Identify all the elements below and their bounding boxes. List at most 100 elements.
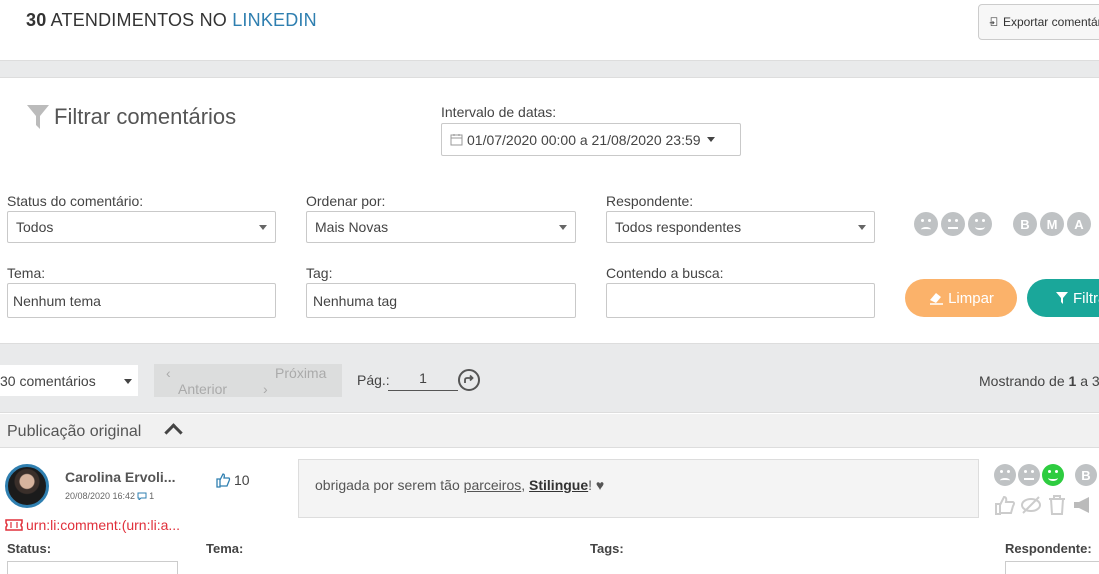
- export-comments-button[interactable]: Exportar comentários: [978, 4, 1099, 40]
- date-range-value: 01/07/2020 00:00 a 21/08/2020 23:59: [467, 131, 701, 148]
- rating-b-button[interactable]: B: [1013, 212, 1037, 236]
- go-to-page-icon[interactable]: [458, 369, 480, 391]
- date-range-picker[interactable]: 01/07/2020 00:00 a 21/08/2020 23:59: [441, 123, 741, 156]
- showing-from: 1: [1068, 373, 1077, 389]
- theme-placeholder: Nenhum tema: [13, 292, 101, 309]
- comment-timestamp: 20/08/2020 16:42 1: [65, 491, 154, 501]
- urn-text: urn:li:comment:(urn:li:a...: [26, 517, 181, 533]
- theme-input[interactable]: Nenhum tema: [7, 283, 276, 318]
- positive-face-icon[interactable]: [968, 212, 992, 236]
- eraser-icon: [930, 293, 944, 305]
- filter-heading: Filtrar comentários: [26, 104, 236, 130]
- negative-face-icon[interactable]: [994, 464, 1016, 486]
- status-select[interactable]: Todos: [7, 211, 276, 243]
- comment-brand-mention[interactable]: Stilingue: [529, 477, 588, 493]
- timestamp-text: 20/08/2020 16:42: [65, 491, 136, 501]
- filter-heading-text: Filtrar comentários: [54, 104, 237, 129]
- chevron-down-icon: [259, 225, 267, 230]
- filter-button[interactable]: Filtrar: [1027, 279, 1099, 317]
- date-range-label: Intervalo de datas:: [441, 104, 557, 120]
- calendar-icon: [450, 134, 463, 146]
- comment-status-select[interactable]: [7, 561, 178, 574]
- clear-button[interactable]: Limpar: [905, 279, 1017, 317]
- comment-text: obrigada por serem tão parceiros, Stilin…: [298, 459, 979, 518]
- comment-text-sep: ,: [521, 477, 526, 493]
- neutral-face-icon[interactable]: [1018, 464, 1040, 486]
- tag-label: Tag:: [306, 265, 333, 281]
- status-label: Status do comentário:: [7, 193, 144, 209]
- reply-icon: [137, 492, 147, 500]
- clear-label: Limpar: [948, 289, 994, 307]
- neutral-face-icon[interactable]: [941, 212, 965, 236]
- page-label: Pág.:: [357, 372, 390, 388]
- per-page-value: 30 comentários: [0, 372, 96, 389]
- order-select[interactable]: Mais Novas: [306, 211, 576, 243]
- funnel-icon: [27, 105, 49, 129]
- showing-range: Mostrando de 1 a 30: [979, 373, 1099, 389]
- negative-face-icon[interactable]: [914, 212, 938, 236]
- prev-page-button[interactable]: ‹ Anterior: [154, 365, 251, 397]
- comment-link[interactable]: parceiros: [464, 477, 522, 493]
- chevron-down-icon: [706, 137, 715, 142]
- comment-sentiment: [994, 464, 1064, 486]
- comment-likes: 10: [215, 472, 250, 488]
- next-page-button[interactable]: Próxima ›: [251, 365, 350, 397]
- thumbs-up-icon[interactable]: [994, 494, 1016, 516]
- like-count: 10: [234, 472, 250, 488]
- comment-respondent-select[interactable]: [1005, 561, 1099, 574]
- page-title: 30 ATENDIMENTOS NO LINKEDIN: [26, 10, 317, 31]
- export-label: Exportar comentários: [1002, 15, 1099, 29]
- pagination-nav: ‹ Anterior Próxima ›: [154, 364, 342, 397]
- comment-status-label: Status:: [7, 541, 52, 556]
- original-post-title: Publicação original: [7, 423, 142, 440]
- reply-count: 1: [149, 491, 155, 501]
- respondent-label: Respondente:: [606, 193, 694, 209]
- avatar: [5, 464, 49, 508]
- chevron-down-icon: [858, 225, 866, 230]
- positive-face-icon[interactable]: [1042, 464, 1064, 486]
- filter-label: Filtrar: [1073, 289, 1099, 307]
- hide-icon[interactable]: [1020, 494, 1042, 516]
- showing-prefix: Mostrando de: [979, 373, 1065, 389]
- comment-theme-label: Tema:: [206, 541, 244, 556]
- funnel-icon: [1056, 292, 1068, 304]
- thumbs-up-icon: [216, 473, 231, 488]
- comment-tags-label: Tags:: [590, 541, 624, 556]
- respondent-select[interactable]: Todos respondentes: [606, 211, 875, 243]
- comment-text-suffix: ! ♥: [588, 477, 605, 493]
- megaphone-icon[interactable]: [1072, 494, 1094, 516]
- comment-rating-b-button[interactable]: B: [1075, 464, 1097, 486]
- comment-actions: [994, 494, 1094, 516]
- ticket-icon: [5, 519, 23, 531]
- search-label: Contendo a busca:: [606, 265, 724, 281]
- comment-urn[interactable]: urn:li:comment:(urn:li:a...: [5, 517, 180, 533]
- prev-label: Anterior: [178, 380, 228, 397]
- rating-m-button[interactable]: M: [1040, 212, 1064, 236]
- title-text: ATENDIMENTOS NO: [50, 10, 227, 30]
- comment-author[interactable]: Carolina Ervoli...: [65, 469, 175, 485]
- channel-name: LINKEDIN: [232, 10, 317, 30]
- header-divider: [0, 60, 1099, 78]
- order-value: Mais Novas: [315, 219, 389, 235]
- attendance-count: 30: [26, 10, 47, 30]
- tag-placeholder: Nenhuma tag: [313, 292, 398, 309]
- showing-suffix: a 30: [1080, 373, 1099, 389]
- comment-respondent-label: Respondente:: [1005, 541, 1092, 556]
- theme-label: Tema:: [7, 265, 46, 281]
- search-input[interactable]: [606, 283, 875, 318]
- order-label: Ordenar por:: [306, 193, 386, 209]
- respondent-value: Todos respondentes: [615, 219, 742, 235]
- rating-filter: B M A: [1013, 212, 1091, 236]
- comment-text-prefix: obrigada por serem tão: [315, 477, 460, 493]
- tag-input[interactable]: Nenhuma tag: [306, 283, 576, 318]
- page-number-input[interactable]: 1: [388, 370, 458, 391]
- export-file-icon: [989, 17, 998, 26]
- trash-icon[interactable]: [1046, 494, 1068, 516]
- chevron-down-icon: [559, 225, 567, 230]
- status-value: Todos: [16, 219, 54, 235]
- next-label: Próxima: [275, 364, 327, 381]
- sentiment-filter: [914, 212, 992, 236]
- chevron-down-icon: [124, 379, 132, 384]
- rating-a-button[interactable]: A: [1067, 212, 1091, 236]
- per-page-select[interactable]: 30 comentários: [0, 365, 138, 396]
